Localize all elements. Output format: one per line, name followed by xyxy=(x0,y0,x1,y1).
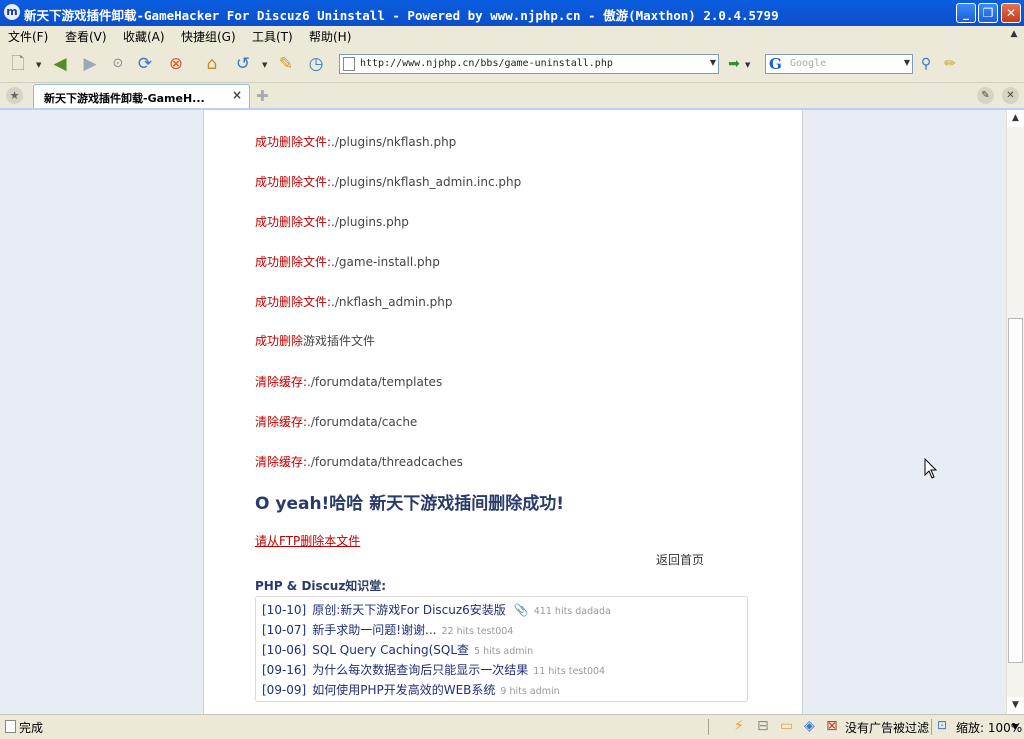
knowledge-section-title: PHP & Discuz知识堂: xyxy=(255,579,387,593)
search-dropdown-icon[interactable]: ▼ xyxy=(904,58,910,67)
refresh-icon[interactable]: ⟳ xyxy=(133,52,157,76)
log-line: 清除缓存:./forumdata/threadcaches xyxy=(255,455,463,469)
maxthon-app-icon[interactable]: m xyxy=(4,4,20,20)
scroll-down-icon[interactable]: ▼ xyxy=(1007,697,1024,714)
clock-icon[interactable]: ◷ xyxy=(304,52,328,76)
menu-help[interactable]: 帮助(H) xyxy=(309,28,351,45)
stop-icon[interactable]: ⊗ xyxy=(164,52,188,76)
go-dropdown-icon[interactable]: ▼ xyxy=(745,61,750,69)
window-title: 新天下游戏插件卸载-GameHacker For Discuz6 Uninsta… xyxy=(24,8,779,23)
restore-button[interactable]: ❐ xyxy=(978,3,998,23)
log-line: 成功删除文件:./plugins/nkflash.php xyxy=(255,135,457,149)
lightning-icon[interactable]: ⚡ xyxy=(734,718,744,734)
log-line: 清除缓存:./forumdata/cache xyxy=(255,415,418,429)
menu-file[interactable]: 文件(F) xyxy=(8,28,48,45)
list-item[interactable]: [09-09] 如何使用PHP开发高效的WEB系统 9 hits admin xyxy=(262,681,560,698)
page-status-icon xyxy=(5,720,16,733)
highlight-icon[interactable]: ✏ xyxy=(938,52,962,76)
page-icon xyxy=(343,57,355,71)
menu-favorites[interactable]: 收藏(A) xyxy=(123,28,165,45)
log-line: 成功删除游戏插件文件 xyxy=(255,334,376,348)
search-placeholder[interactable]: Google xyxy=(790,58,826,69)
back-icon[interactable]: ◀ xyxy=(48,52,72,76)
undo-close-icon[interactable]: ↺ xyxy=(231,52,255,76)
divider xyxy=(708,719,709,735)
forward-icon[interactable]: ▶ xyxy=(78,52,102,76)
status-text: 完成 xyxy=(19,721,44,735)
tab-close-icon[interactable]: × xyxy=(232,88,242,102)
minimize-button[interactable]: _ xyxy=(956,3,976,23)
url-text[interactable]: http://www.njphp.cn/bbs/game-uninstall.p… xyxy=(360,58,613,69)
close-window-button[interactable]: ✕ xyxy=(1001,3,1021,23)
menu-groups[interactable]: 快捷组(G) xyxy=(181,28,236,45)
list-item[interactable]: [10-07] 新手求助一问题!谢谢... 22 hits test004 xyxy=(262,621,513,638)
zoom-icon[interactable]: ⊡ xyxy=(937,718,947,732)
new-page-icon[interactable]: 🗋 xyxy=(6,52,30,76)
undo-dropdown-icon[interactable]: ▼ xyxy=(262,61,267,69)
address-dropdown-icon[interactable]: ▼ xyxy=(710,58,716,67)
page-content: 成功删除文件:./plugins/nkflash.php 成功删除文件:./pl… xyxy=(203,110,803,714)
adblock-icon[interactable]: ⊠ xyxy=(826,718,838,734)
log-line: 成功删除文件:./plugins/nkflash_admin.inc.php xyxy=(255,175,522,189)
log-line: 成功删除文件:./game-install.php xyxy=(255,255,440,269)
search-box[interactable]: G Google ▼ xyxy=(765,54,913,74)
adblock-status[interactable]: 没有广告被过滤 xyxy=(845,719,929,736)
scroll-up-icon[interactable]: ▲ xyxy=(1007,110,1024,127)
log-line: 成功删除文件:./nkflash_admin.php xyxy=(255,295,453,309)
tab-active[interactable]: 新天下游戏插件卸载-GameH... × xyxy=(33,84,250,108)
scroll-thumb[interactable] xyxy=(1008,318,1023,663)
page-viewport: 成功删除文件:./plugins/nkflash.php 成功删除文件:./pl… xyxy=(0,110,1006,714)
close-tab-icon[interactable]: ✕ xyxy=(1002,87,1019,104)
tools-wrench-icon[interactable]: ✎ xyxy=(977,87,994,104)
tab-label[interactable]: 新天下游戏插件卸载-GameH... xyxy=(44,90,205,106)
attachment-clip-icon: 📎 xyxy=(513,603,529,617)
address-bar[interactable]: http://www.njphp.cn/bbs/game-uninstall.p… xyxy=(339,54,719,74)
magic-wand-icon[interactable]: ✎ xyxy=(274,52,298,76)
list-item[interactable]: [09-16] 为什么每次数据查询后只能显示一次结果 11 hits test004 xyxy=(262,661,605,678)
go-icon[interactable]: ➡ xyxy=(722,52,746,76)
zoom-dropdown-icon[interactable]: ▼ xyxy=(1012,722,1018,731)
list-item[interactable]: [10-10] 原创:新天下游戏For Discuz6安装版 📎 411 hits d… xyxy=(262,601,611,618)
success-heading: O yeah!哈哈 新天下游戏插间删除成功! xyxy=(255,494,564,514)
menu-bar: 文件(F) 查看(V) 收藏(A) 快捷组(G) 工具(T) 帮助(H) ▲ xyxy=(0,26,1024,46)
log-line: 清除缓存:./forumdata/templates xyxy=(255,375,443,389)
history-dropdown-icon[interactable]: ⊙ xyxy=(106,52,130,76)
log-line: 成功删除文件:./plugins.php xyxy=(255,215,409,229)
vertical-scrollbar[interactable]: ▲ ▼ xyxy=(1006,110,1024,714)
toolbar: 🗋 ▼ ◀ ▶ ⊙ ⟳ ⊗ ⌂ ↺ ▼ ✎ ◷ http://www.njphp… xyxy=(0,46,1024,83)
status-bar: 完成 ⚡ ⊟ ▭ ◈ ⊠ 没有广告被过滤 ⊡ 缩放: 100% ▼ xyxy=(0,714,1024,739)
home-icon[interactable]: ⌂ xyxy=(200,52,224,76)
ftp-delete-link[interactable]: 请从FTP删除本文件 xyxy=(255,532,360,549)
menu-view[interactable]: 查看(V) xyxy=(65,28,107,45)
mouse-cursor-icon xyxy=(924,458,938,479)
menu-tools[interactable]: 工具(T) xyxy=(252,28,293,45)
menu-chevron-icon[interactable]: ▲ xyxy=(1008,29,1020,43)
knowledge-list: [10-10] 原创:新天下游戏For Discuz6安装版 📎 411 hits d… xyxy=(255,596,748,702)
shield-icon[interactable]: ◈ xyxy=(804,718,815,734)
favorites-star-icon[interactable]: ★ xyxy=(6,87,23,104)
new-dropdown-icon[interactable]: ▼ xyxy=(36,61,41,69)
return-home-link[interactable]: 返回首页 xyxy=(656,551,704,568)
search-icon[interactable]: ⚲ xyxy=(914,52,938,76)
proxy-icon[interactable]: ⊟ xyxy=(757,718,769,734)
title-bar: m 新天下游戏插件卸载-GameHacker For Discuz6 Unins… xyxy=(0,0,1024,26)
divider xyxy=(931,719,932,735)
new-tab-icon[interactable]: ✚ xyxy=(256,87,269,105)
folder-icon[interactable]: ▭ xyxy=(780,718,793,734)
list-item[interactable]: [10-06] SQL Query Caching(SQL查 5 hits admi… xyxy=(262,641,533,658)
google-icon[interactable]: G xyxy=(769,55,782,73)
tab-bar: ★ 新天下游戏插件卸载-GameH... × ✚ ✎ ✕ xyxy=(0,83,1024,110)
